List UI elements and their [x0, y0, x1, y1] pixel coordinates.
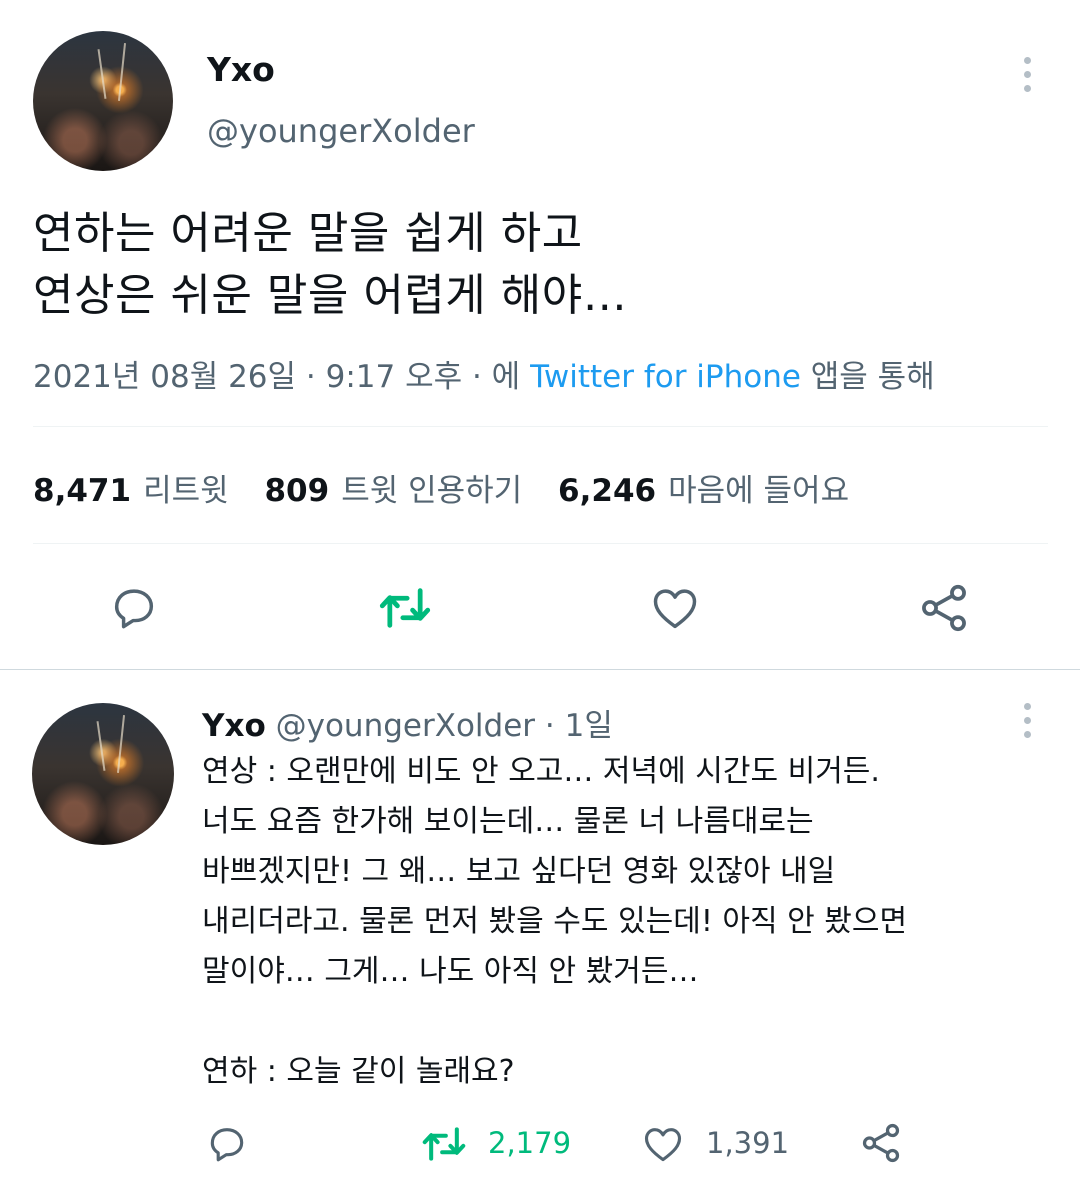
- reply-time[interactable]: · 1일: [545, 708, 613, 744]
- divider: [33, 543, 1048, 544]
- reply-share-button[interactable]: [858, 1120, 904, 1166]
- reply-avatar[interactable]: [32, 703, 174, 845]
- retweets-count: 8,471: [33, 473, 132, 509]
- tweet-stats: 8,471 리트윗 809 트윗 인용하기 6,246 마음에 들어요: [33, 465, 875, 510]
- main-avatar[interactable]: [33, 31, 173, 171]
- reply-reply-button[interactable]: [205, 1122, 249, 1166]
- reply-line-blank: [202, 997, 1042, 1047]
- likes-count: 6,246: [558, 473, 657, 509]
- like-button[interactable]: [648, 582, 702, 634]
- reply-line: 연하 : 오늘 같이 놀래요?: [202, 1054, 515, 1089]
- divider: [33, 426, 1048, 427]
- reply-retweet-button[interactable]: 2,179: [420, 1122, 572, 1166]
- author-handle[interactable]: @youngerXolder: [207, 112, 475, 150]
- share-icon: [862, 1123, 900, 1163]
- reply-like-button[interactable]: 1,391: [640, 1122, 790, 1166]
- likes-stat[interactable]: 6,246 마음에 들어요: [558, 473, 875, 509]
- reply-more-icon[interactable]: [1024, 703, 1032, 745]
- reply-header: Yxo @youngerXolder · 1일: [202, 700, 613, 745]
- tweet-source-suffix: 앱을 통해: [800, 359, 935, 395]
- reply-button[interactable]: [108, 582, 160, 634]
- tweet-text-line: 연하는 어려운 말을 쉽게 하고: [33, 208, 583, 259]
- share-icon: [922, 584, 966, 632]
- section-divider: [0, 669, 1080, 670]
- reply-retweet-count: 2,179: [488, 1126, 572, 1160]
- tweet-meta: 2021년 08월 26일 · 9:17 오후 · 에 Twitter for …: [33, 351, 935, 396]
- more-icon[interactable]: [1024, 57, 1032, 99]
- reply-line: 바쁘겠지만! 그 왜… 보고 싶다던 영화 있잖아 내일: [202, 854, 836, 889]
- likes-label: 마음에 들어요: [668, 473, 850, 509]
- reply-line: 연상 : 오랜만에 비도 안 오고… 저녁에 시간도 비거든.: [202, 754, 880, 789]
- author-name[interactable]: Yxo: [207, 50, 275, 89]
- reply-line: 말이야… 그게… 나도 아직 안 봤거든…: [202, 954, 699, 989]
- retweets-stat[interactable]: 8,471 리트윗: [33, 473, 255, 509]
- quotes-label: 트윗 인용하기: [341, 473, 523, 509]
- share-button[interactable]: [916, 580, 972, 636]
- like-icon: [644, 1128, 682, 1162]
- reply-author-handle[interactable]: @youngerXolder: [276, 708, 535, 744]
- tweet-text-line: 연상은 쉬운 말을 어렵게 해야…: [33, 270, 628, 321]
- reply-text: 연상 : 오랜만에 비도 안 오고… 저녁에 시간도 비거든. 너도 요즘 한가…: [202, 747, 1042, 1097]
- tweet-text: 연하는 어려운 말을 쉽게 하고 연상은 쉬운 말을 어렵게 해야…: [33, 203, 1043, 327]
- retweet-icon: [422, 1127, 466, 1161]
- tweet-date[interactable]: 2021년 08월 26일 · 9:17 오후 · 에: [33, 359, 530, 395]
- like-icon: [653, 589, 697, 629]
- quotes-count: 809: [264, 473, 330, 509]
- retweet-button[interactable]: [376, 582, 434, 634]
- quotes-stat[interactable]: 809 트윗 인용하기: [264, 473, 548, 509]
- reply-author-name[interactable]: Yxo: [202, 708, 266, 744]
- reply-icon: [210, 1128, 244, 1162]
- tweet-source-link[interactable]: Twitter for iPhone: [530, 359, 801, 395]
- reply-like-count: 1,391: [706, 1126, 790, 1160]
- retweet-icon: [379, 588, 431, 628]
- reply-line: 너도 요즘 한가해 보이는데… 물론 너 나름대로는: [202, 804, 814, 839]
- reply-line: 내리더라고. 물론 먼저 봤을 수도 있는데! 아직 안 봤으면: [202, 904, 908, 939]
- retweets-label: 리트윗: [143, 473, 229, 509]
- reply-icon: [114, 589, 154, 629]
